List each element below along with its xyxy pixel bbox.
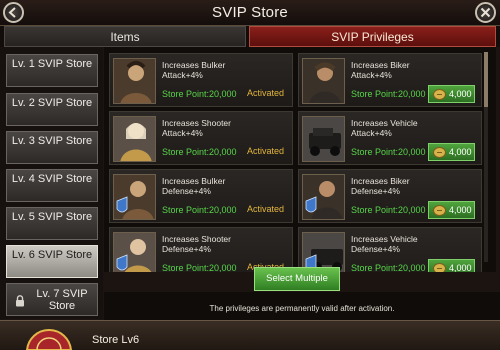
- close-icon: [480, 7, 491, 18]
- sidebar-item-lv2[interactable]: Lv. 2 SVIP Store: [6, 93, 98, 126]
- vehicle-portrait: [302, 116, 345, 162]
- buy-privilege-button[interactable]: 4,000: [428, 143, 475, 161]
- vehicle-defense-portrait: [302, 232, 345, 272]
- price-label: 4,000: [449, 263, 472, 272]
- tab-svip-privileges[interactable]: SVIP Privileges: [249, 26, 496, 47]
- scrollbar-thumb[interactable]: [484, 52, 488, 107]
- privileges-scrollbar[interactable]: [484, 52, 488, 262]
- level-sidebar: Lv. 1 SVIP Store Lv. 2 SVIP Store Lv. 3 …: [0, 47, 103, 319]
- privilege-title: Increases Biker Defense+4%: [351, 176, 410, 196]
- store-point-cost: Store Point:20,000: [162, 263, 237, 272]
- store-level-bar: [0, 320, 500, 350]
- shooter-defense-portrait: [113, 232, 156, 272]
- sidebar-item-lv6[interactable]: Lv. 6 SVIP Store: [6, 245, 98, 278]
- buy-privilege-button[interactable]: 4,000: [428, 85, 475, 103]
- privilege-card: Increases Vehicle Attack+4% Store Point:…: [298, 111, 482, 165]
- privilege-card: Increases Shooter Attack+4% Store Point:…: [109, 111, 293, 165]
- coin-icon: [433, 147, 446, 158]
- bulker-portrait: [113, 58, 156, 104]
- sidebar-item-label: Lv. 7 SVIP Store: [36, 288, 88, 312]
- privilege-card: Increases Biker Attack+4% Store Point:20…: [298, 53, 482, 107]
- buy-privilege-button[interactable]: 4,000: [428, 201, 475, 219]
- privileges-panel: Increases Bulker Attack+4% Store Point:2…: [104, 47, 496, 272]
- price-label: 4,000: [449, 205, 472, 215]
- privilege-card: Increases Biker Defense+4% Store Point:2…: [298, 169, 482, 223]
- sidebar-item-lv3[interactable]: Lv. 3 SVIP Store: [6, 131, 98, 164]
- store-point-cost: Store Point:20,000: [351, 89, 426, 99]
- sidebar-item-lv4[interactable]: Lv. 4 SVIP Store: [6, 169, 98, 202]
- sidebar-item-lv7[interactable]: Lv. 7 SVIP Store: [6, 283, 98, 316]
- coin-icon: [433, 89, 446, 100]
- sidebar-item-lv5[interactable]: Lv. 5 SVIP Store: [6, 207, 98, 240]
- biker-portrait: [302, 58, 345, 104]
- activated-status: Activated: [246, 204, 284, 214]
- store-point-cost: Store Point:20,000: [351, 263, 426, 272]
- store-point-cost: Store Point:20,000: [351, 147, 426, 157]
- tab-items[interactable]: Items: [4, 26, 246, 47]
- sidebar-item-lv1[interactable]: Lv. 1 SVIP Store: [6, 54, 98, 87]
- buy-privilege-button[interactable]: 4,000: [428, 259, 475, 272]
- store-point-cost: Store Point:20,000: [162, 89, 237, 99]
- privilege-title: Increases Bulker Attack+4%: [162, 60, 226, 80]
- select-multiple-button[interactable]: Select Multiple: [254, 267, 340, 291]
- privilege-card: Increases Vehicle Defense+4% Store Point…: [298, 227, 482, 272]
- activated-status: Activated: [246, 146, 284, 156]
- window-title: SVIP Store: [212, 4, 288, 21]
- privilege-card: Increases Shooter Defense+4% Store Point…: [109, 227, 293, 272]
- store-point-cost: Store Point:20,000: [162, 147, 237, 157]
- shooter-portrait: [113, 116, 156, 162]
- activated-status: Activated: [246, 88, 284, 98]
- biker-defense-portrait: [302, 174, 345, 220]
- privilege-card: Increases Bulker Attack+4% Store Point:2…: [109, 53, 293, 107]
- coin-icon: [433, 263, 446, 272]
- price-label: 4,000: [449, 147, 472, 157]
- lock-icon: [16, 295, 24, 307]
- vip-badge-icon: [25, 328, 73, 350]
- store-point-cost: Store Point:20,000: [351, 205, 426, 215]
- store-point-cost: Store Point:20,000: [162, 205, 237, 215]
- activation-note: The privileges are permanently valid aft…: [104, 292, 500, 320]
- privilege-title: Increases Shooter Attack+4%: [162, 118, 231, 138]
- bulker-defense-portrait: [113, 174, 156, 220]
- store-level-label: Store Lv6: [92, 334, 140, 346]
- privilege-title: Increases Bulker Defense+4%: [162, 176, 226, 196]
- tab-bar: Items SVIP Privileges: [0, 26, 500, 47]
- privilege-card: Increases Bulker Defense+4% Store Point:…: [109, 169, 293, 223]
- privilege-title: Increases Biker Attack+4%: [351, 60, 410, 80]
- price-label: 4,000: [449, 89, 472, 99]
- privilege-title: Increases Vehicle Attack+4%: [351, 118, 418, 138]
- title-bar: SVIP Store: [0, 0, 500, 26]
- privilege-title: Increases Vehicle Defense+4%: [351, 234, 418, 254]
- coin-icon: [433, 205, 446, 216]
- close-button[interactable]: [475, 2, 496, 23]
- privilege-title: Increases Shooter Defense+4%: [162, 234, 231, 254]
